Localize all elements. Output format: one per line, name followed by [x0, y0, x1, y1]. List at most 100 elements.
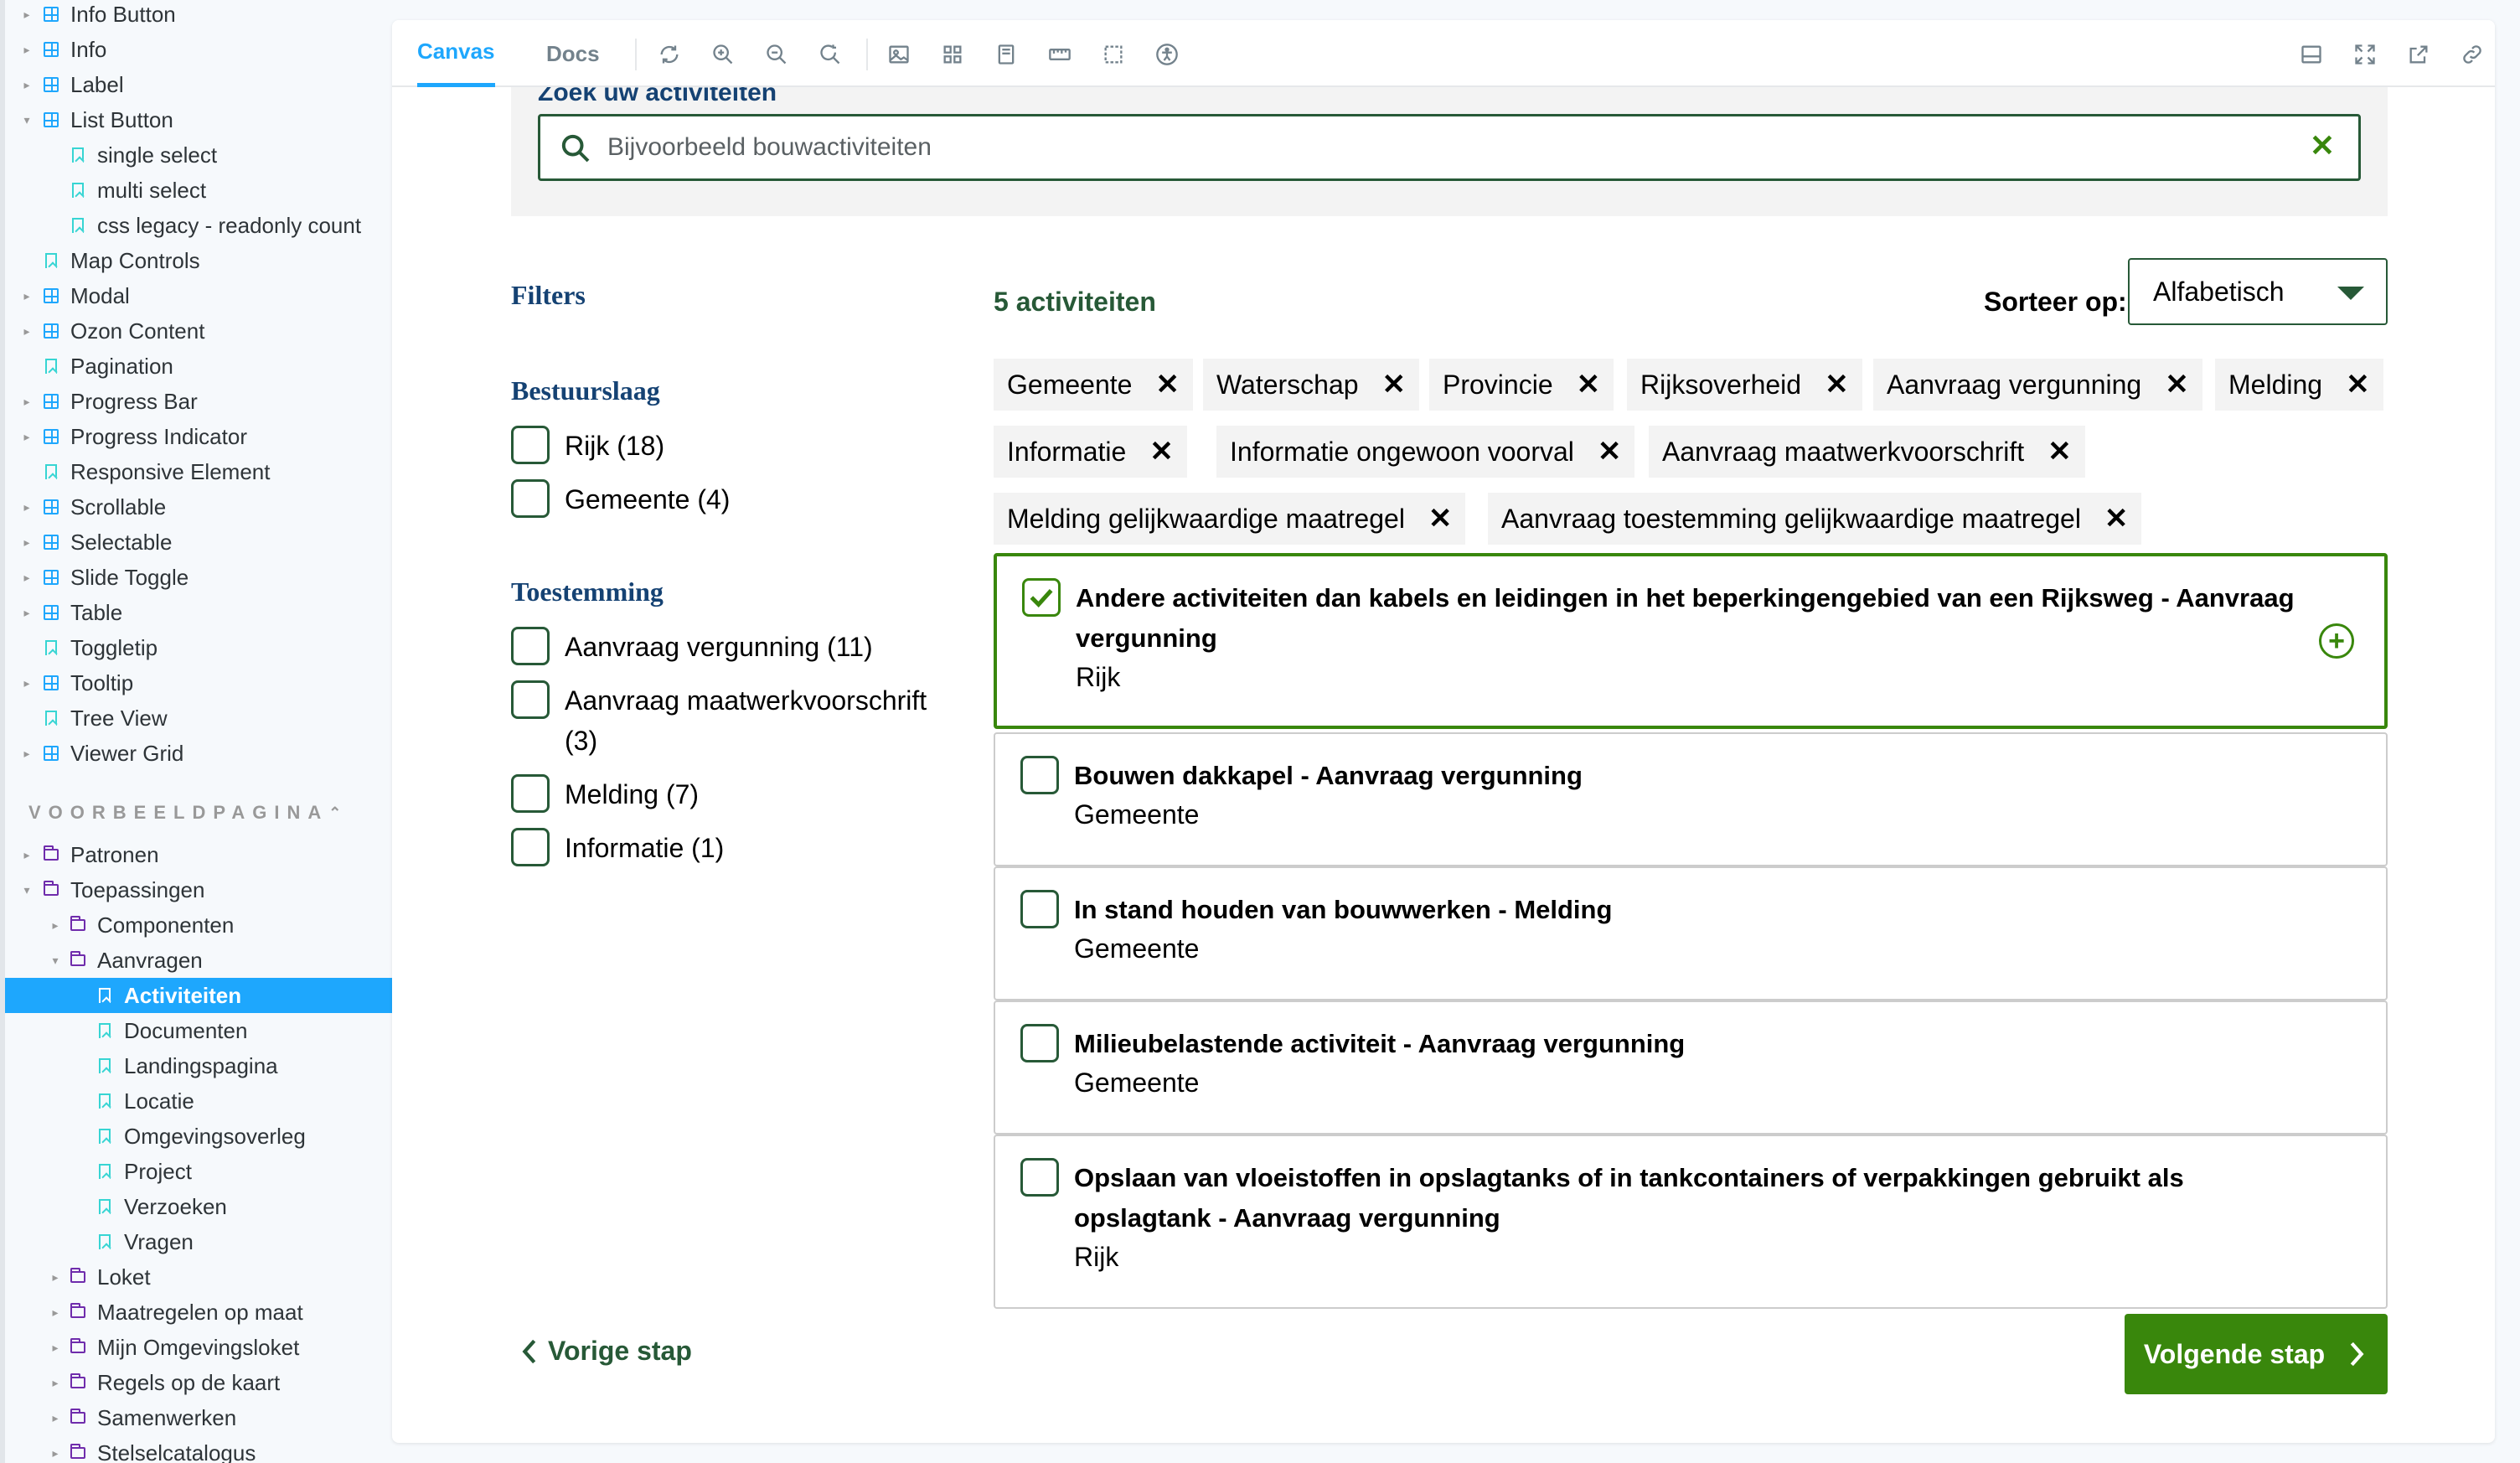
search-panel: Zoek uw activiteiten Bijvoorbeeld bouwac… — [511, 87, 2388, 216]
sidebar-item-toggletip[interactable]: Toggletip — [5, 630, 392, 665]
checkbox-checked[interactable] — [1022, 578, 1061, 617]
sidebar-item-responsive-element[interactable]: Responsive Element — [5, 454, 392, 489]
sidebar-item-vragen[interactable]: Vragen — [5, 1224, 392, 1259]
sidebar-section-heading[interactable]: VOORBEELDPAGINA ⌃ — [28, 802, 341, 824]
checkbox[interactable] — [511, 774, 550, 813]
sidebar-item-omgevingsoverleg[interactable]: Omgevingsoverleg — [5, 1119, 392, 1154]
sidebar-item-slide-toggle[interactable]: ▸ Slide Toggle — [5, 560, 392, 595]
sidebar-item-selectable[interactable]: ▸ Selectable — [5, 525, 392, 560]
sidebar-item-info[interactable]: ▸ Info — [5, 32, 392, 67]
filter-checkbox-melding[interactable]: Melding (7) — [511, 774, 958, 814]
next-step-button[interactable]: Volgende stap — [2125, 1314, 2388, 1394]
activity-card[interactable]: Milieubelastende activiteit - Aanvraag v… — [994, 1000, 2388, 1135]
remove-chip-icon[interactable]: ✕ — [2104, 502, 2129, 535]
activity-card[interactable]: Andere activiteiten dan kabels en leidin… — [994, 553, 2388, 729]
checkbox[interactable] — [511, 627, 550, 665]
clear-search-icon[interactable]: ✕ — [2310, 128, 2335, 163]
activity-card[interactable]: Opslaan van vloeistoffen in opslagtanks … — [994, 1135, 2388, 1309]
sidebar-item-toepassingen[interactable]: ▾ Toepassingen — [5, 872, 392, 907]
sidebar-item-table[interactable]: ▸ Table — [5, 595, 392, 630]
sidebar-item-pagination[interactable]: Pagination — [5, 349, 392, 384]
sidebar-item-progress-indicator[interactable]: ▸ Progress Indicator — [5, 419, 392, 454]
filter-checkbox-aanvraag-maatwerkvoorschrift[interactable]: Aanvraag maatwerkvoorschrift (3) — [511, 680, 950, 761]
sidebar-item-stelselcatalogus[interactable]: ▸ Stelselcatalogus — [5, 1435, 392, 1463]
remove-chip-icon[interactable]: ✕ — [1382, 368, 1407, 401]
sidebar-item-list-button[interactable]: ▾ List Button — [5, 102, 392, 137]
sidebar-item-multi-select[interactable]: multi select — [5, 173, 392, 208]
remove-chip-icon[interactable]: ✕ — [2048, 435, 2072, 468]
sidebar-item-modal[interactable]: ▸ Modal — [5, 278, 392, 313]
sidebar-item-maatregelen-op-maat[interactable]: ▸ Maatregelen op maat — [5, 1295, 392, 1330]
copy-link-icon[interactable] — [2460, 42, 2485, 67]
sidebar-item-label: Tooltip — [70, 669, 134, 695]
previous-step-button[interactable]: Vorige stap — [518, 1336, 692, 1367]
addons-panel-icon[interactable] — [2299, 42, 2324, 67]
remove-chip-icon[interactable]: ✕ — [1577, 368, 1601, 401]
remove-chip-icon[interactable]: ✕ — [1428, 502, 1453, 535]
remove-chip-icon[interactable]: ✕ — [1825, 368, 1849, 401]
sidebar-item-componenten[interactable]: ▸ Componenten — [5, 907, 392, 943]
sidebar-item-aanvragen[interactable]: ▾ Aanvragen — [5, 943, 392, 978]
sidebar-item-loket[interactable]: ▸ Loket — [5, 1259, 392, 1295]
sort-select[interactable]: Alfabetisch — [2128, 258, 2388, 325]
open-new-tab-icon[interactable] — [2406, 42, 2431, 67]
checkbox[interactable] — [511, 680, 550, 719]
remove-chip-icon[interactable]: ✕ — [2165, 368, 2189, 401]
grid-icon[interactable] — [940, 42, 965, 67]
tab-canvas[interactable]: Canvas — [417, 20, 495, 87]
story-icon — [45, 640, 57, 655]
sidebar-item-info-button[interactable]: ▸ Info Button — [5, 0, 392, 32]
filter-checkbox-gemeente[interactable]: Gemeente (4) — [511, 479, 958, 520]
zoom-reset-icon[interactable] — [818, 42, 843, 67]
zoom-in-icon[interactable] — [710, 42, 736, 67]
sidebar-item-patronen[interactable]: ▸ Patronen — [5, 837, 392, 872]
sidebar-item-activiteiten[interactable]: Activiteiten — [5, 978, 392, 1013]
sidebar-item-progress-bar[interactable]: ▸ Progress Bar — [5, 384, 392, 419]
sidebar-item-tooltip[interactable]: ▸ Tooltip — [5, 665, 392, 700]
remove-chip-icon[interactable]: ✕ — [1598, 435, 1622, 468]
filter-checkbox-rijk[interactable]: Rijk (18) — [511, 426, 958, 466]
story-icon — [99, 1164, 111, 1179]
zoom-out-icon[interactable] — [764, 42, 789, 67]
filter-checkbox-aanvraag-vergunning[interactable]: Aanvraag vergunning (11) — [511, 627, 958, 667]
sidebar-item-scrollable[interactable]: ▸ Scrollable — [5, 489, 392, 525]
sidebar-item-single-select[interactable]: single select — [5, 137, 392, 173]
checkbox[interactable] — [511, 426, 550, 464]
sidebar-item-tree-view[interactable]: Tree View — [5, 700, 392, 736]
checkbox[interactable] — [511, 479, 550, 518]
fullscreen-icon[interactable] — [2352, 42, 2378, 67]
sidebar-item-locatie[interactable]: Locatie — [5, 1083, 392, 1119]
background-image-icon[interactable] — [886, 42, 911, 67]
sidebar-item-css-legacy[interactable]: css legacy - readonly count — [5, 208, 392, 243]
sidebar-item-project[interactable]: Project — [5, 1154, 392, 1189]
checkbox[interactable] — [1020, 756, 1059, 794]
remove-chip-icon[interactable]: ✕ — [2346, 368, 2370, 401]
add-circle-icon[interactable]: + — [2319, 623, 2354, 659]
outline-icon[interactable] — [1101, 42, 1126, 67]
sidebar-item-label[interactable]: ▸ Label — [5, 67, 392, 102]
sidebar-item-regels-op-de-kaart[interactable]: ▸ Regels op de kaart — [5, 1365, 392, 1400]
activity-card[interactable]: In stand houden van bouwwerken - Melding… — [994, 866, 2388, 1000]
sidebar-item-documenten[interactable]: Documenten — [5, 1013, 392, 1048]
sidebar-item-map-controls[interactable]: Map Controls — [5, 243, 392, 278]
sidebar-item-ozon-content[interactable]: ▸ Ozon Content — [5, 313, 392, 349]
sidebar-item-landingspagina[interactable]: Landingspagina — [5, 1048, 392, 1083]
filter-checkbox-informatie[interactable]: Informatie (1) — [511, 828, 958, 868]
checkbox[interactable] — [1020, 1158, 1059, 1197]
checkbox[interactable] — [1020, 1024, 1059, 1062]
tab-docs[interactable]: Docs — [546, 20, 600, 87]
sidebar-item-samenwerken[interactable]: ▸ Samenwerken — [5, 1400, 392, 1435]
viewport-icon[interactable] — [994, 42, 1019, 67]
checkbox[interactable] — [1020, 890, 1059, 928]
activity-card[interactable]: Bouwen dakkapel - Aanvraag vergunning Ge… — [994, 732, 2388, 866]
remove-chip-icon[interactable]: ✕ — [1155, 368, 1180, 401]
remove-chip-icon[interactable]: ✕ — [1149, 435, 1174, 468]
sidebar-item-verzoeken[interactable]: Verzoeken — [5, 1189, 392, 1224]
sidebar-item-mijn-omgevingsloket[interactable]: ▸ Mijn Omgevingsloket — [5, 1330, 392, 1365]
reload-icon[interactable] — [657, 42, 682, 67]
checkbox[interactable] — [511, 828, 550, 866]
sidebar-item-viewer-grid[interactable]: ▸ Viewer Grid — [5, 736, 392, 771]
search-input[interactable]: Bijvoorbeeld bouwactiviteiten ✕ — [538, 114, 2361, 181]
measure-icon[interactable] — [1047, 42, 1072, 67]
accessibility-icon[interactable] — [1154, 42, 1180, 67]
